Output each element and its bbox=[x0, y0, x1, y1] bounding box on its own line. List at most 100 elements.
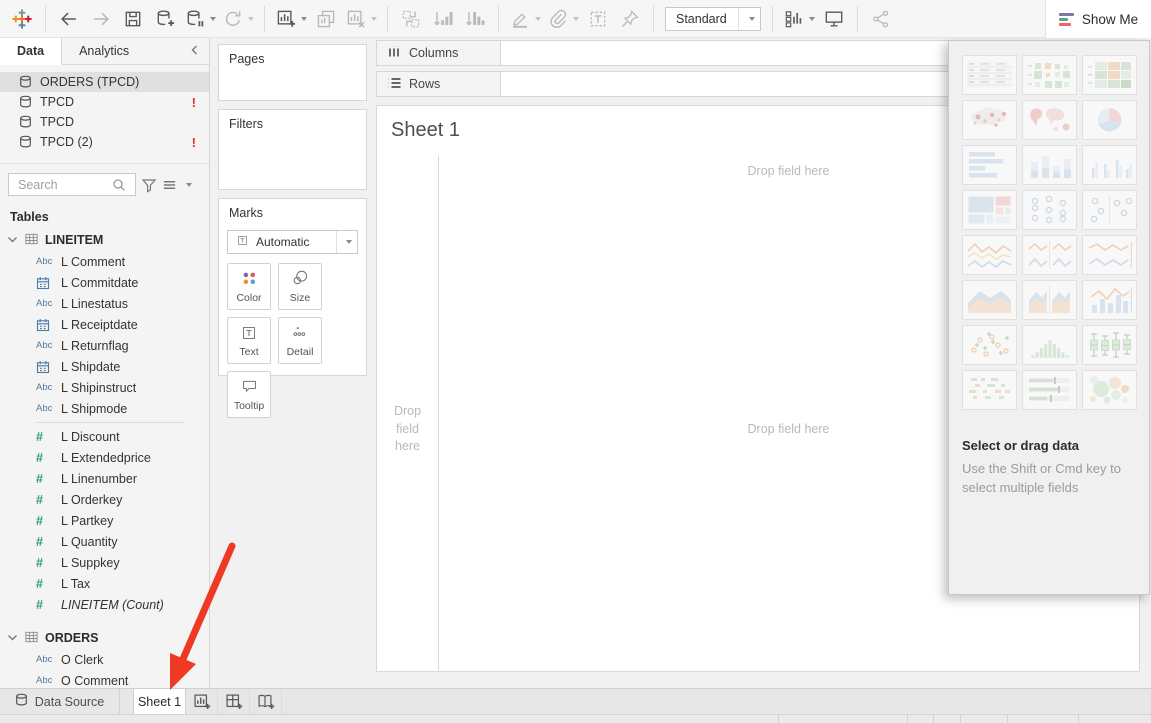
field-row[interactable]: Abc L Linestatus bbox=[0, 293, 209, 314]
show-mark-labels-button[interactable] bbox=[585, 5, 611, 33]
number-field-icon: # bbox=[36, 472, 61, 486]
area-continuous-thumbnail[interactable] bbox=[962, 280, 1017, 320]
new-worksheet-tab-button[interactable] bbox=[186, 689, 218, 714]
sheet1-tab[interactable]: Sheet 1 bbox=[133, 689, 186, 714]
field-row[interactable]: Abc L Shipmode bbox=[0, 398, 209, 419]
scatter-plot-thumbnail[interactable] bbox=[962, 325, 1017, 365]
new-data-source-button[interactable] bbox=[152, 5, 178, 33]
field-row[interactable]: Abc L Shipinstruct bbox=[0, 377, 209, 398]
treemap-thumbnail[interactable] bbox=[962, 190, 1017, 230]
bullet-graph-thumbnail[interactable] bbox=[1022, 370, 1077, 410]
side-by-side-circles-thumbnail[interactable] bbox=[1082, 190, 1137, 230]
dual-lines-thumbnail[interactable] bbox=[1082, 235, 1137, 275]
lines-continuous-thumbnail[interactable] bbox=[962, 235, 1017, 275]
field-row[interactable]: # L Extendedprice bbox=[0, 447, 209, 468]
view-options-icon[interactable] bbox=[162, 178, 177, 192]
field-row[interactable]: Abc L Comment bbox=[0, 251, 209, 272]
search-field[interactable] bbox=[16, 177, 112, 193]
table-group-header[interactable]: ORDERS bbox=[0, 627, 209, 649]
statusbar-divider bbox=[960, 715, 961, 723]
sort-ascending-button[interactable] bbox=[430, 5, 456, 33]
box-and-whisker-thumbnail[interactable] bbox=[1082, 325, 1137, 365]
detail-button[interactable]: Detail bbox=[278, 317, 322, 364]
field-row[interactable]: L Receiptdate bbox=[0, 314, 209, 335]
horizontal-bars-thumbnail[interactable] bbox=[962, 145, 1017, 185]
number-field-icon: # bbox=[36, 493, 61, 507]
field-row[interactable]: Abc O Clerk bbox=[0, 649, 209, 670]
tableau-logo bbox=[9, 5, 35, 33]
datasource-row[interactable]: TPCD! bbox=[0, 92, 209, 112]
table-group-header[interactable]: LINEITEM bbox=[0, 229, 209, 251]
text-table-thumbnail[interactable] bbox=[962, 55, 1017, 95]
packed-bubbles-thumbnail[interactable] bbox=[1082, 370, 1137, 410]
field-row[interactable]: # L Partkey bbox=[0, 510, 209, 531]
mark-type-dropdown[interactable]: Automatic bbox=[227, 230, 358, 254]
run-auto-updates-button[interactable] bbox=[222, 5, 254, 33]
field-row[interactable]: # L Orderkey bbox=[0, 489, 209, 510]
color-icon bbox=[240, 269, 259, 291]
histogram-thumbnail[interactable] bbox=[1022, 325, 1077, 365]
pie-chart-thumbnail[interactable] bbox=[1082, 100, 1137, 140]
field-row[interactable]: # L Suppkey bbox=[0, 552, 209, 573]
color-button[interactable]: Color bbox=[227, 263, 271, 310]
side-by-side-bars-thumbnail[interactable] bbox=[1082, 145, 1137, 185]
datasource-row[interactable]: TPCD (2)! bbox=[0, 132, 209, 152]
field-row[interactable]: # L Quantity bbox=[0, 531, 209, 552]
data-source-tab[interactable]: Data Source bbox=[0, 689, 120, 714]
highlight-table-thumbnail[interactable] bbox=[1082, 55, 1137, 95]
new-worksheet-button[interactable] bbox=[275, 5, 307, 33]
field-row[interactable]: Abc L Returnflag bbox=[0, 335, 209, 356]
field-row[interactable]: # L Discount bbox=[0, 426, 209, 447]
fit-selector[interactable]: Standard bbox=[665, 7, 761, 31]
presentation-mode-button[interactable] bbox=[821, 5, 847, 33]
show-me-button[interactable]: Show Me bbox=[1045, 0, 1151, 38]
fix-axes-button[interactable] bbox=[617, 5, 643, 33]
new-dashboard-button[interactable] bbox=[218, 689, 250, 714]
pause-auto-updates-button[interactable] bbox=[184, 5, 216, 33]
show-hide-cards-button[interactable] bbox=[783, 5, 815, 33]
highlight-button[interactable] bbox=[509, 5, 541, 33]
duplicate-sheet-button[interactable] bbox=[313, 5, 339, 33]
tab-data[interactable]: Data bbox=[0, 38, 62, 65]
lines-discrete-thumbnail[interactable] bbox=[1022, 235, 1077, 275]
pages-shelf[interactable]: Pages bbox=[218, 44, 367, 101]
new-story-button[interactable] bbox=[250, 689, 282, 714]
field-row[interactable]: L Shipdate bbox=[0, 356, 209, 377]
undo-button[interactable] bbox=[56, 5, 82, 33]
field-row[interactable]: Abc O Comment bbox=[0, 670, 209, 688]
symbol-map-thumbnail[interactable] bbox=[962, 100, 1017, 140]
axis-divider bbox=[438, 156, 439, 671]
tab-analytics[interactable]: Analytics bbox=[62, 38, 146, 64]
drop-zone-left[interactable]: Drop field here bbox=[377, 403, 438, 456]
collapse-pane-icon[interactable] bbox=[180, 38, 209, 64]
size-button[interactable]: Size bbox=[278, 263, 322, 310]
field-row[interactable]: # LINEITEM (Count) bbox=[0, 594, 209, 615]
save-button[interactable] bbox=[120, 5, 146, 33]
tooltip-button[interactable]: Tooltip bbox=[227, 371, 271, 418]
database-icon bbox=[19, 115, 32, 129]
clear-sheet-button[interactable] bbox=[345, 5, 377, 33]
datasource-row[interactable]: ORDERS (TPCD) bbox=[0, 72, 209, 92]
area-discrete-thumbnail[interactable] bbox=[1022, 280, 1077, 320]
circle-views-thumbnail[interactable] bbox=[1022, 190, 1077, 230]
group-members-button[interactable] bbox=[547, 5, 579, 33]
filters-shelf[interactable]: Filters bbox=[218, 109, 367, 190]
share-button[interactable] bbox=[868, 5, 894, 33]
field-row[interactable]: L Commitdate bbox=[0, 272, 209, 293]
search-input[interactable] bbox=[8, 173, 136, 196]
redo-button[interactable] bbox=[88, 5, 114, 33]
text-button[interactable]: Text bbox=[227, 317, 271, 364]
filled-map-thumbnail[interactable] bbox=[1022, 100, 1077, 140]
dual-combination-thumbnail[interactable] bbox=[1082, 280, 1137, 320]
swap-rows-columns-button[interactable] bbox=[398, 5, 424, 33]
detail-label: Detail bbox=[287, 346, 314, 358]
sort-descending-button[interactable] bbox=[462, 5, 488, 33]
field-row[interactable]: # L Linenumber bbox=[0, 468, 209, 489]
gantt-thumbnail[interactable] bbox=[962, 370, 1017, 410]
stacked-bars-thumbnail[interactable] bbox=[1022, 145, 1077, 185]
datasource-row[interactable]: TPCD bbox=[0, 112, 209, 132]
filter-fields-icon[interactable] bbox=[141, 177, 157, 193]
field-row[interactable]: # L Tax bbox=[0, 573, 209, 594]
heat-map-thumbnail[interactable] bbox=[1022, 55, 1077, 95]
view-options-caret[interactable] bbox=[186, 183, 192, 187]
